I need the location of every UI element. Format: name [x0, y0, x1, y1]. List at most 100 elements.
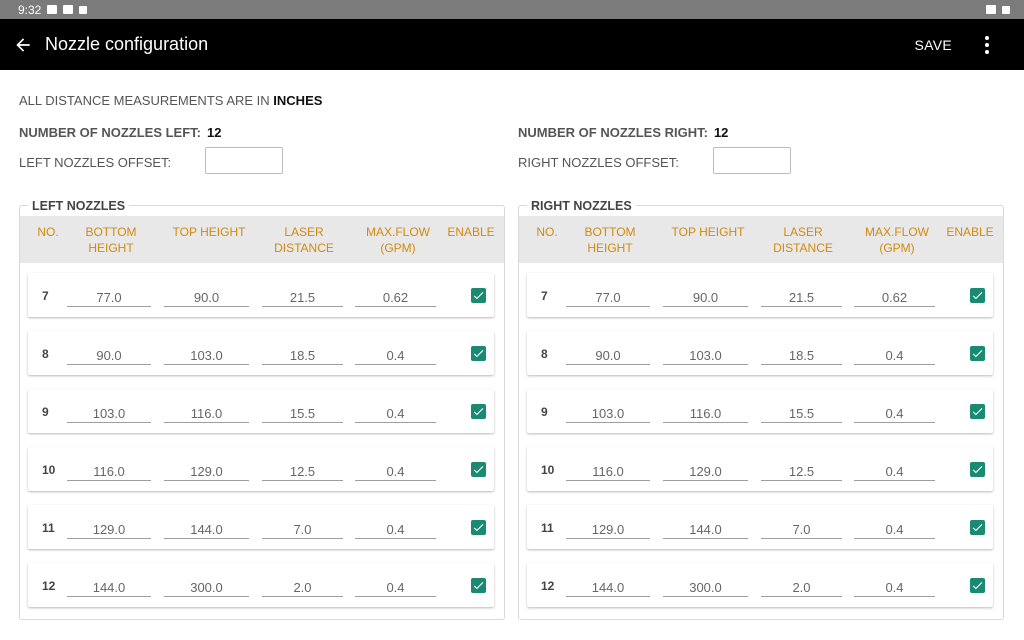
message-icon: [63, 5, 74, 14]
top-height-input[interactable]: 144.0: [663, 515, 748, 539]
top-height-input[interactable]: 300.0: [164, 573, 249, 597]
units-value: INCHES: [273, 93, 323, 108]
laser-distance-input[interactable]: 12.5: [761, 457, 842, 481]
left-count-label: NUMBER OF NOZZLES LEFT:: [19, 125, 201, 140]
battery-icon: [1002, 5, 1010, 14]
enable-checkbox[interactable]: [471, 346, 486, 361]
nozzle-number: 11: [42, 521, 55, 535]
check-icon: [473, 524, 484, 532]
more-options-icon[interactable]: [978, 33, 996, 57]
top-height-input[interactable]: 116.0: [663, 399, 748, 423]
check-icon: [972, 466, 983, 474]
laser-distance-input[interactable]: 15.5: [761, 399, 842, 423]
table-row: 11 129.0 144.0 7.0 0.4: [28, 505, 494, 549]
table-row: 8 90.0 103.0 18.5 0.4: [527, 331, 993, 375]
enable-checkbox[interactable]: [970, 578, 985, 593]
column-enable: ENABLE: [946, 225, 994, 239]
column-laser-distance: LASER DISTANCE: [773, 225, 833, 255]
left-offset-input[interactable]: [205, 147, 283, 174]
enable-checkbox[interactable]: [471, 288, 486, 303]
right-nozzles-panel: RIGHT NOZZLES NO. BOTTOM HEIGHT TOP HEIGH…: [518, 199, 1004, 620]
max-flow-input[interactable]: 0.4: [355, 399, 436, 423]
enable-checkbox[interactable]: [970, 520, 985, 535]
max-flow-input[interactable]: 0.4: [854, 457, 935, 481]
top-height-input[interactable]: 90.0: [164, 283, 249, 307]
enable-checkbox[interactable]: [471, 404, 486, 419]
max-flow-input[interactable]: 0.4: [355, 515, 436, 539]
bottom-height-input[interactable]: 129.0: [566, 515, 650, 539]
top-height-input[interactable]: 90.0: [663, 283, 748, 307]
max-flow-input[interactable]: 0.4: [355, 457, 436, 481]
bottom-height-input[interactable]: 77.0: [67, 283, 151, 307]
max-flow-input[interactable]: 0.4: [854, 573, 935, 597]
table-row: 12 144.0 300.0 2.0 0.4: [527, 563, 993, 607]
top-height-input[interactable]: 116.0: [164, 399, 249, 423]
laser-distance-input[interactable]: 12.5: [262, 457, 343, 481]
max-flow-input[interactable]: 0.4: [854, 341, 935, 365]
table-row: 7 77.0 90.0 21.5 0.62: [527, 273, 993, 317]
panel-title: LEFT NOZZLES: [28, 199, 130, 213]
enable-checkbox[interactable]: [970, 462, 985, 477]
laser-distance-input[interactable]: 18.5: [262, 341, 343, 365]
bottom-height-input[interactable]: 144.0: [67, 573, 151, 597]
max-flow-input[interactable]: 0.4: [355, 573, 436, 597]
enable-checkbox[interactable]: [471, 578, 486, 593]
laser-distance-input[interactable]: 2.0: [262, 573, 343, 597]
left-count-value: 12: [207, 125, 222, 140]
nozzle-number: 8: [42, 347, 49, 361]
laser-distance-input[interactable]: 21.5: [262, 283, 343, 307]
bottom-height-input[interactable]: 103.0: [566, 399, 650, 423]
storage-icon: [79, 5, 88, 14]
right-offset-input[interactable]: [713, 147, 791, 174]
laser-distance-input[interactable]: 7.0: [262, 515, 343, 539]
bottom-height-input[interactable]: 90.0: [566, 341, 650, 365]
enable-checkbox[interactable]: [970, 346, 985, 361]
laser-distance-input[interactable]: 7.0: [761, 515, 842, 539]
top-height-input[interactable]: 129.0: [164, 457, 249, 481]
table-header: NO. BOTTOM HEIGHT TOP HEIGHT LASER DISTANC…: [519, 216, 1003, 263]
bottom-height-input[interactable]: 116.0: [566, 457, 650, 481]
laser-distance-input[interactable]: 21.5: [761, 283, 842, 307]
laser-distance-input[interactable]: 15.5: [262, 399, 343, 423]
page-title: Nozzle configuration: [45, 34, 209, 54]
nozzle-number: 12: [541, 579, 555, 593]
bottom-height-input[interactable]: 144.0: [566, 573, 650, 597]
enable-checkbox[interactable]: [471, 520, 486, 535]
nozzle-number: 10: [541, 463, 555, 477]
bottom-height-input[interactable]: 116.0: [67, 457, 151, 481]
check-icon: [972, 524, 983, 532]
max-flow-input[interactable]: 0.4: [854, 515, 935, 539]
enable-checkbox[interactable]: [970, 404, 985, 419]
enable-checkbox[interactable]: [970, 288, 985, 303]
max-flow-input[interactable]: 0.62: [355, 283, 436, 307]
nozzle-number: 12: [42, 579, 56, 593]
check-icon: [972, 350, 983, 358]
table-row: 11 129.0 144.0 7.0 0.4: [527, 505, 993, 549]
bottom-height-input[interactable]: 103.0: [67, 399, 151, 423]
max-flow-input[interactable]: 0.4: [854, 399, 935, 423]
top-height-input[interactable]: 129.0: [663, 457, 748, 481]
status-time: 9:32: [18, 2, 42, 17]
bottom-height-input[interactable]: 129.0: [67, 515, 151, 539]
app-bar: Nozzle configuration SAVE: [0, 19, 1024, 70]
column-top-height: TOP HEIGHT: [671, 225, 745, 239]
top-height-input[interactable]: 144.0: [164, 515, 249, 539]
top-height-input[interactable]: 300.0: [663, 573, 748, 597]
save-button[interactable]: SAVE: [914, 37, 952, 53]
check-icon: [473, 408, 484, 416]
max-flow-input[interactable]: 0.62: [854, 283, 935, 307]
left-nozzle-count: NUMBER OF NOZZLES LEFT: 12: [19, 125, 221, 140]
enable-checkbox[interactable]: [471, 462, 486, 477]
top-height-input[interactable]: 103.0: [663, 341, 748, 365]
back-arrow-icon[interactable]: [13, 35, 33, 55]
bottom-height-input[interactable]: 90.0: [67, 341, 151, 365]
bottom-height-input[interactable]: 77.0: [566, 283, 650, 307]
right-count-label: NUMBER OF NOZZLES RIGHT:: [518, 125, 708, 140]
right-offset-label: RIGHT NOZZLES OFFSET:: [518, 155, 679, 170]
laser-distance-input[interactable]: 2.0: [761, 573, 842, 597]
units-prefix: ALL DISTANCE MEASUREMENTS ARE IN: [19, 93, 270, 108]
laser-distance-input[interactable]: 18.5: [761, 341, 842, 365]
left-offset-label: LEFT NOZZLES OFFSET:: [19, 155, 172, 170]
top-height-input[interactable]: 103.0: [164, 341, 249, 365]
max-flow-input[interactable]: 0.4: [355, 341, 436, 365]
